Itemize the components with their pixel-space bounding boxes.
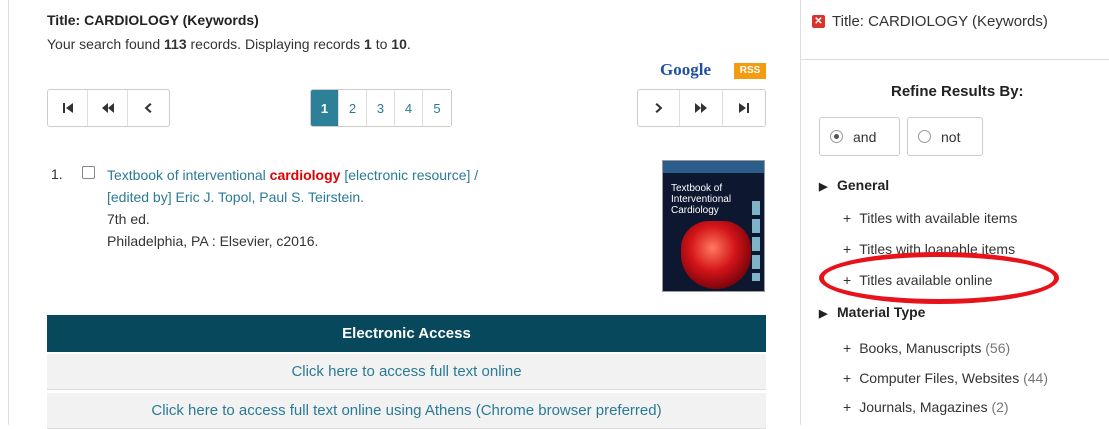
facet-computer-files[interactable]: + Computer Files, Websites (44) — [843, 370, 1048, 386]
first-page-button[interactable] — [48, 90, 88, 126]
cover-band — [663, 161, 764, 173]
results-panel: Title: CARDIOLOGY (Keywords) Your search… — [47, 0, 766, 429]
search-title: Title: CARDIOLOGY (Keywords) — [47, 12, 259, 28]
section-toggle-icon: ▶ — [819, 181, 828, 193]
double-chevron-right-icon — [695, 103, 708, 113]
record-select-checkbox[interactable] — [82, 166, 95, 179]
range-start: 1 — [364, 36, 372, 52]
search-term-highlight[interactable]: cardiology — [270, 167, 341, 183]
plus-icon: + — [843, 210, 852, 226]
plus-icon: + — [843, 272, 852, 288]
previous-set-button[interactable] — [88, 90, 128, 126]
page-3-button[interactable]: 3 — [367, 90, 395, 126]
plus-icon: + — [843, 340, 852, 356]
double-chevron-left-icon — [101, 103, 114, 113]
full-text-link[interactable]: Click here to access full text online — [47, 354, 766, 390]
bool-not-option[interactable]: not — [907, 117, 983, 156]
book-cover-image[interactable]: Textbook of Interventional Cardiology — [662, 160, 765, 292]
active-filter-label: Title: CARDIOLOGY (Keywords) — [832, 13, 1048, 30]
record-imprint: Philadelphia, PA : Elsevier, c2016. — [107, 233, 319, 249]
page-4-button[interactable]: 4 — [395, 90, 423, 126]
refine-sidebar: ✕ Title: CARDIOLOGY (Keywords) Refine Re… — [800, 0, 1109, 425]
plus-icon: + — [843, 399, 852, 415]
record-number: 1. — [51, 166, 63, 182]
radio-selected-icon — [830, 130, 843, 143]
full-text-athens-link[interactable]: Click here to access full text online us… — [47, 393, 766, 429]
page-2-button[interactable]: 2 — [339, 90, 367, 126]
electronic-access-header: Electronic Access — [47, 315, 766, 352]
search-summary: Your search found 113 records. Displayin… — [47, 36, 411, 52]
facet-journals[interactable]: + Journals, Magazines (2) — [843, 399, 1009, 415]
total-records: 113 — [164, 36, 187, 52]
record-title-link[interactable]: Textbook of interventional cardiology [e… — [107, 164, 637, 186]
page-numbers: 1 2 3 4 5 — [310, 89, 452, 127]
remove-filter-icon[interactable]: ✕ — [812, 15, 825, 28]
bool-and-option[interactable]: and — [819, 117, 900, 156]
cover-title: Textbook of Interventional Cardiology — [671, 183, 732, 216]
record-edition: 7th ed. — [107, 211, 150, 227]
facet-available-online[interactable]: + Titles available online — [843, 272, 993, 288]
page-1-button[interactable]: 1 — [311, 90, 339, 126]
cover-strip — [752, 201, 760, 281]
last-page-button[interactable] — [722, 90, 765, 126]
chevron-left-icon — [144, 103, 152, 113]
facet-section-general[interactable]: ▶ General — [819, 177, 889, 193]
google-badge[interactable]: Google — [660, 60, 711, 80]
left-divider — [8, 0, 9, 425]
next-set-button[interactable] — [680, 90, 723, 126]
page-5-button[interactable]: 5 — [423, 90, 451, 126]
record-details: Textbook of interventional cardiology [e… — [107, 164, 637, 252]
plus-icon: + — [843, 241, 852, 257]
facet-section-material-type[interactable]: ▶ Material Type — [819, 304, 925, 320]
previous-page-button[interactable] — [128, 90, 168, 126]
record-authors[interactable]: [edited by] Eric J. Topol, Paul S. Teirs… — [107, 186, 637, 208]
plus-icon: + — [843, 370, 852, 386]
facet-loanable-items[interactable]: + Titles with loanable items — [843, 241, 1015, 257]
rss-badge[interactable]: RSS — [734, 63, 766, 79]
active-filter-box: ✕ Title: CARDIOLOGY (Keywords) — [801, 0, 1109, 60]
result-record: 1. Textbook of interventional cardiology… — [47, 160, 766, 295]
radio-unselected-icon — [918, 130, 931, 143]
next-page-button[interactable] — [638, 90, 681, 126]
first-page-icon — [62, 103, 73, 113]
refine-heading: Refine Results By: — [891, 83, 1024, 100]
pager-back-group — [47, 89, 170, 127]
range-end: 10 — [391, 36, 407, 52]
chevron-right-icon — [655, 103, 663, 113]
facet-books[interactable]: + Books, Manuscripts (56) — [843, 340, 1010, 356]
section-toggle-icon: ▶ — [819, 308, 828, 320]
facet-available-items[interactable]: + Titles with available items — [843, 210, 1017, 226]
heart-illustration — [681, 221, 751, 289]
pager-forward-group — [637, 89, 766, 127]
last-page-icon — [738, 103, 749, 113]
